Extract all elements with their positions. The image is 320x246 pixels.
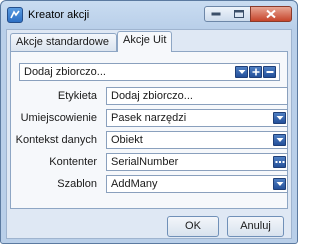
- ellipsis-icon: [275, 161, 284, 163]
- plus-icon: [252, 68, 259, 76]
- tab-standard-actions[interactable]: Akcje standardowe: [10, 33, 117, 51]
- label-umiejscowienie: Umiejscowienie: [20, 112, 97, 124]
- kontekst-danych-value: Obiekt: [111, 134, 143, 146]
- label-kontekst-danych: Kontekst danych: [15, 134, 97, 146]
- etykieta-value: Dodaj zbiorczo...: [111, 90, 193, 102]
- window-title: Kreator akcji: [28, 9, 90, 21]
- chevron-down-icon: [276, 182, 283, 186]
- minus-icon: [266, 71, 273, 73]
- close-button[interactable]: [250, 6, 292, 22]
- app-icon: [7, 7, 23, 23]
- maximize-button[interactable]: [227, 6, 251, 22]
- chevron-down-icon: [276, 138, 283, 142]
- etykieta-input[interactable]: Dodaj zbiorczo...: [106, 87, 288, 105]
- chevron-down-icon: [276, 116, 283, 120]
- kontekst-danych-select[interactable]: Obiekt: [106, 131, 288, 149]
- label-kontenter: Kontenter: [49, 156, 97, 168]
- minimize-icon: [211, 12, 221, 16]
- add-action-button[interactable]: [249, 66, 262, 78]
- title-bar[interactable]: Kreator akcji: [1, 1, 297, 29]
- maximize-icon: [233, 10, 244, 18]
- label-etykieta: Etykieta: [57, 90, 97, 102]
- szablon-value: AddMany: [111, 178, 158, 190]
- kontekst-danych-dropdown-button[interactable]: [273, 134, 286, 146]
- umiejscowienie-select[interactable]: Pasek narzędzi: [106, 109, 288, 127]
- label-szablon: Szablon: [57, 178, 97, 190]
- action-select[interactable]: Dodaj zbiorczo...: [19, 63, 280, 81]
- chevron-down-icon: [238, 70, 245, 74]
- action-select-value: Dodaj zbiorczo...: [24, 66, 106, 78]
- close-icon: [266, 9, 276, 19]
- umiejscowienie-dropdown-button[interactable]: [273, 112, 286, 124]
- dialog-client-area: Akcje standardowe Akcje Uit Dodaj zbiorc…: [6, 29, 292, 239]
- remove-action-button[interactable]: [263, 66, 276, 78]
- szablon-select[interactable]: AddMany: [106, 175, 288, 193]
- umiejscowienie-value: Pasek narzędzi: [111, 112, 187, 124]
- tab-uit-actions[interactable]: Akcje Uit: [117, 31, 172, 52]
- kontenter-field[interactable]: SerialNumber: [106, 153, 288, 171]
- cancel-button[interactable]: Anuluj: [227, 216, 284, 237]
- dialog-window: Kreator akcji Akcje standardowe Akcje Ui…: [0, 0, 298, 244]
- minimize-button[interactable]: [204, 6, 228, 22]
- szablon-dropdown-button[interactable]: [273, 178, 286, 190]
- action-dropdown-button[interactable]: [235, 66, 248, 78]
- tab-panel: Dodaj zbiorczo... Etykieta Dodaj zbiorcz…: [10, 51, 288, 209]
- kontenter-browse-button[interactable]: [273, 156, 286, 168]
- ok-button[interactable]: OK: [167, 216, 219, 237]
- kontenter-value: SerialNumber: [111, 156, 179, 168]
